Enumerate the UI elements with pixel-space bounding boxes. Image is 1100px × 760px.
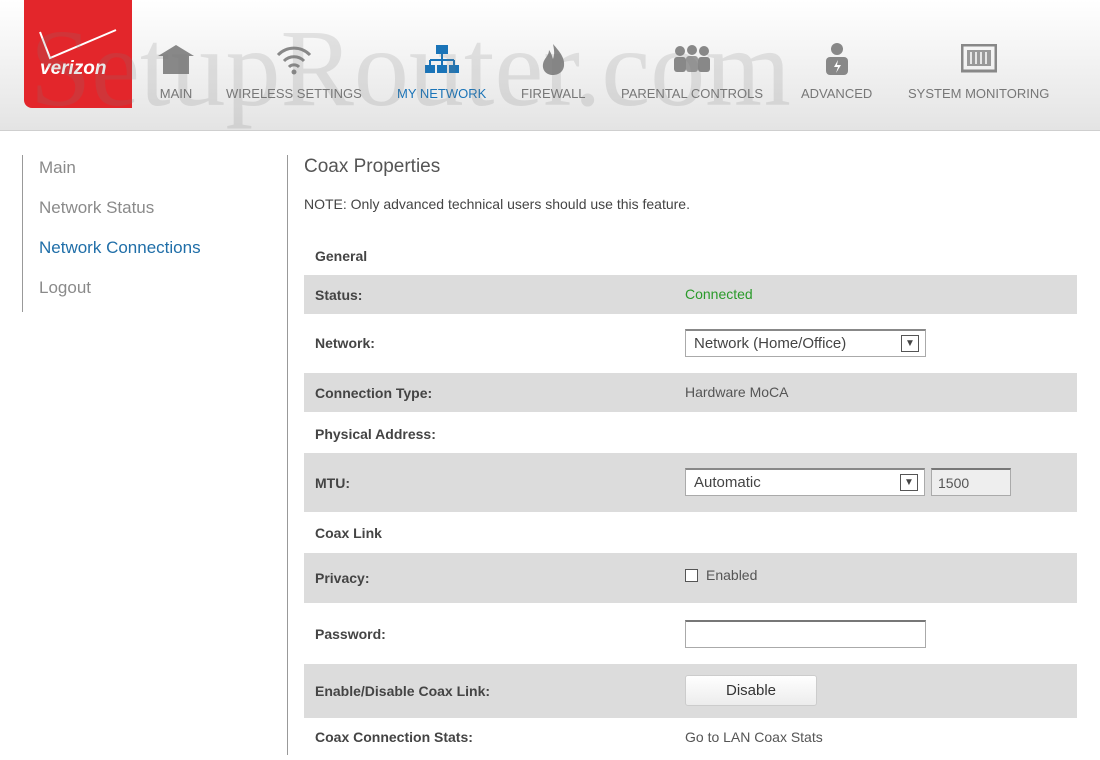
- label: MTU:: [315, 474, 350, 491]
- row-network: Network: Network (Home/Office) ▼: [304, 323, 1077, 363]
- row-coax-stats: Coax Connection Stats: Go to LAN Coax Sta…: [304, 720, 1077, 760]
- disable-button[interactable]: Disable: [685, 675, 817, 706]
- privacy-option-label: Enabled: [706, 567, 758, 583]
- row-privacy: Privacy: Enabled: [304, 553, 1077, 603]
- monitor-icon: [960, 40, 997, 78]
- sidebar-item-network-connections[interactable]: Network Connections: [39, 235, 201, 275]
- connection-type-value: Hardware MoCA: [685, 384, 789, 400]
- nav-advanced[interactable]: ADVANCED: [801, 40, 872, 101]
- sidebar-item-network-status[interactable]: Network Status: [39, 195, 201, 235]
- verizon-logo[interactable]: verizon: [24, 0, 132, 108]
- section-general: General: [304, 240, 1077, 272]
- label: Physical Address:: [315, 425, 436, 442]
- nav-system-monitoring[interactable]: SYSTEM MONITORING: [908, 40, 1049, 101]
- chevron-down-icon: ▼: [900, 474, 918, 491]
- nav-main[interactable]: MAIN: [157, 40, 195, 101]
- section-heading: General: [315, 248, 368, 264]
- label: Password:: [315, 626, 386, 642]
- user-gear-icon: [824, 40, 850, 78]
- label: Network:: [315, 335, 375, 351]
- sidebar-item-main[interactable]: Main: [39, 155, 201, 195]
- nav-label: SYSTEM MONITORING: [908, 86, 1050, 101]
- logo-text: verizon: [40, 58, 107, 79]
- privacy-checkbox[interactable]: [685, 568, 698, 582]
- network-select[interactable]: Network (Home/Office) ▼: [685, 329, 926, 357]
- sidebar-item-logout[interactable]: Logout: [39, 275, 201, 315]
- row-enable-disable: Enable/Disable Coax Link: Disable: [304, 664, 1077, 718]
- row-status: Status: Connected: [304, 275, 1077, 314]
- status-value: Connected: [685, 286, 753, 302]
- family-icon: [672, 40, 712, 78]
- nav-label: PARENTAL CONTROLS: [621, 86, 764, 101]
- top-header: verizon MAIN WIRELESS SETTINGS MY NETWOR…: [0, 0, 1100, 131]
- lan-coax-stats-link[interactable]: Go to LAN Coax Stats: [685, 729, 823, 745]
- mtu-selected-value: Automatic: [694, 474, 761, 491]
- warning-note: NOTE: Only advanced technical users shou…: [304, 196, 690, 212]
- row-mtu: MTU: Automatic ▼ 1500: [304, 453, 1077, 512]
- row-physical-address: Physical Address:: [304, 415, 1077, 452]
- page-title: Coax Properties: [304, 156, 441, 177]
- label: Connection Type:: [315, 384, 433, 401]
- wifi-icon: [274, 40, 314, 78]
- password-input[interactable]: [685, 620, 926, 648]
- mtu-mode-select[interactable]: Automatic ▼: [685, 468, 925, 496]
- nav-label: MAIN: [159, 86, 193, 101]
- label: Privacy:: [315, 570, 370, 586]
- label: Enable/Disable Coax Link:: [315, 683, 491, 699]
- label: Coax Connection Stats:: [315, 729, 473, 745]
- nav-firewall[interactable]: FIREWALL: [521, 40, 586, 101]
- flame-icon: [538, 40, 568, 78]
- nav-my-network[interactable]: MY NETWORK: [397, 40, 486, 101]
- row-password: Password:: [304, 606, 1077, 662]
- nav-label: FIREWALL: [521, 86, 586, 101]
- section-heading: Coax Link: [315, 524, 382, 541]
- nav-label: ADVANCED: [801, 86, 873, 101]
- nav-label: MY NETWORK: [397, 86, 487, 101]
- row-connection-type: Connection Type: Hardware MoCA: [304, 373, 1077, 412]
- nav-wireless-settings[interactable]: WIRELESS SETTINGS: [226, 40, 362, 101]
- nav-label: WIRELESS SETTINGS: [226, 86, 362, 101]
- network-icon: [424, 40, 460, 78]
- sidebar: Main Network Status Network Connections …: [22, 155, 201, 312]
- label: Status:: [315, 286, 363, 303]
- divider: [287, 155, 288, 755]
- house-icon: [157, 40, 195, 78]
- mtu-value-input[interactable]: 1500: [931, 468, 1011, 496]
- nav-parental-controls[interactable]: PARENTAL CONTROLS: [621, 40, 763, 101]
- chevron-down-icon: ▼: [901, 335, 919, 352]
- section-coax-link: Coax Link: [304, 515, 1077, 550]
- network-selected-value: Network (Home/Office): [694, 335, 847, 352]
